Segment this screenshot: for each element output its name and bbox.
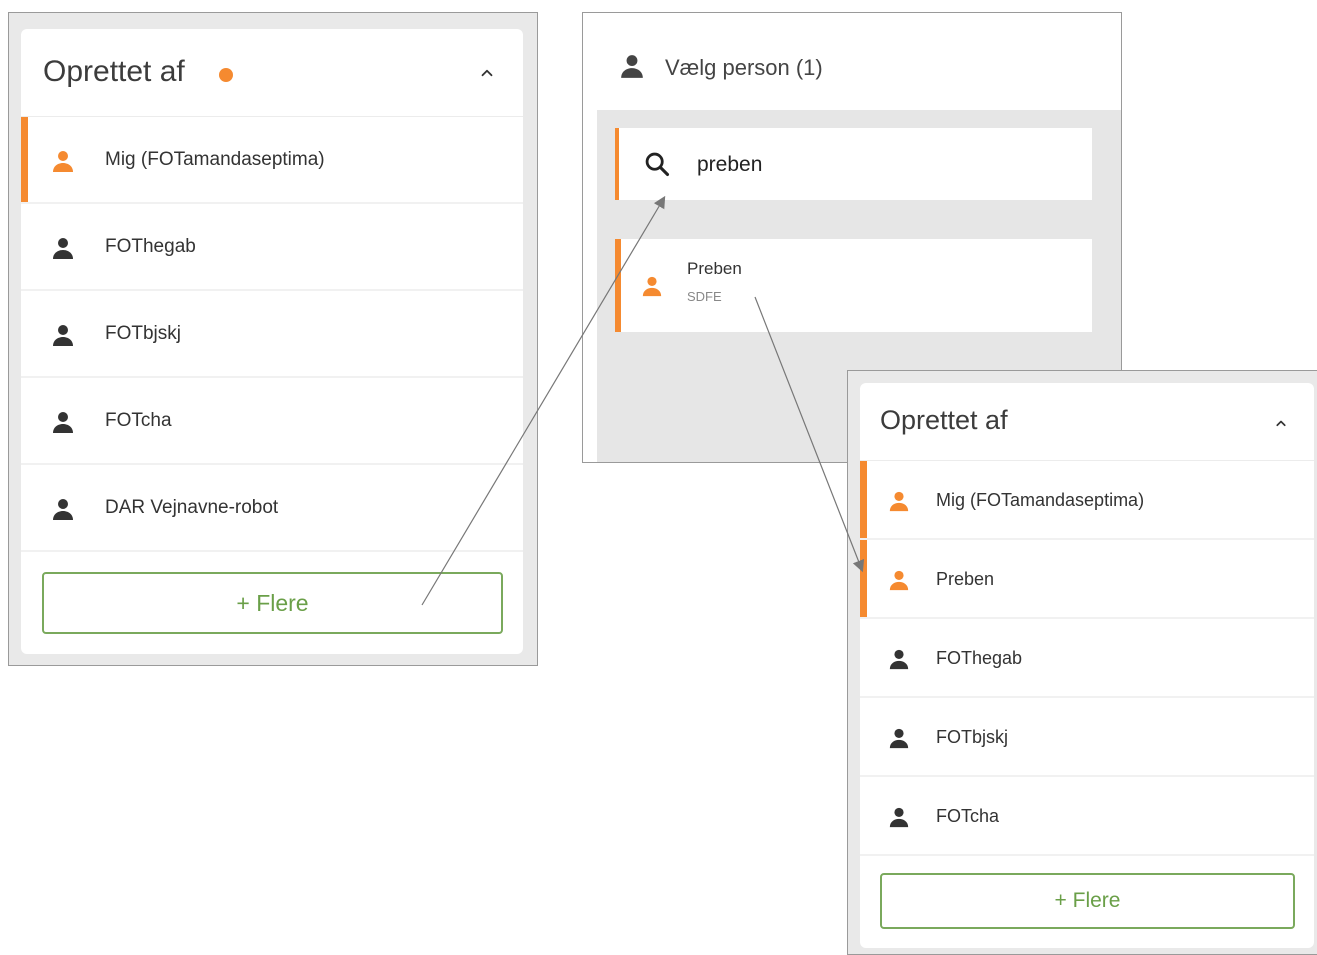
search-result-item[interactable]: Preben SDFE <box>615 239 1092 332</box>
person-icon <box>888 490 912 514</box>
result-subtitle: SDFE <box>687 289 722 304</box>
flere-button-label: + Flere <box>236 590 309 616</box>
list-item[interactable]: FOTcha <box>860 777 1314 856</box>
list-item[interactable]: DAR Vejnavne-robot <box>21 465 523 552</box>
list-item[interactable]: FOTcha <box>21 378 523 465</box>
person-icon <box>51 236 75 260</box>
list-item[interactable]: FOTbjskj <box>21 291 523 378</box>
person-icon <box>51 149 75 173</box>
person-icon <box>888 727 912 751</box>
person-icon <box>51 323 75 347</box>
list-item-label: Mig (FOTamandaseptima) <box>105 149 325 171</box>
left-panel-frame: Oprettet af Mig (FOTamandaseptima) FOTheg… <box>8 12 538 666</box>
right-panel-frame: Oprettet af Mig (FOTamandaseptima) Preben… <box>847 370 1317 955</box>
card-header: Oprettet af <box>21 29 523 117</box>
person-icon <box>888 569 912 593</box>
collapse-button[interactable] <box>1263 405 1299 441</box>
list-item[interactable]: Mig (FOTamandaseptima) <box>860 461 1314 540</box>
card-title: Oprettet af <box>43 55 185 88</box>
list-item-label: Mig (FOTamandaseptima) <box>936 489 1145 510</box>
flere-button-label: + Flere <box>1054 889 1121 912</box>
list-item-label: FOThegab <box>105 236 196 258</box>
collapse-button[interactable] <box>469 55 505 91</box>
list-item-label: FOTcha <box>936 805 1000 826</box>
search-input[interactable] <box>695 146 1069 184</box>
list-item[interactable]: FOTbjskj <box>860 698 1314 777</box>
person-icon <box>888 806 912 830</box>
result-name: Preben <box>687 259 742 278</box>
list-item-label: FOTbjskj <box>936 726 1008 747</box>
list-item[interactable]: FOThegab <box>21 204 523 291</box>
person-icon <box>888 648 912 672</box>
flere-button[interactable]: + Flere <box>880 873 1295 929</box>
card-title: Oprettet af <box>880 405 1008 435</box>
person-icon <box>621 55 643 78</box>
person-icon <box>51 410 75 434</box>
active-filter-dot <box>219 68 233 82</box>
oprettet-af-card-updated: Oprettet af Mig (FOTamandaseptima) Preben… <box>860 383 1314 948</box>
chevron-up-icon <box>481 69 493 77</box>
search-icon <box>645 152 670 177</box>
list-item-label: DAR Vejnavne-robot <box>105 497 279 519</box>
list-item-label: Preben <box>936 568 995 589</box>
list-item-label: FOThegab <box>936 647 1023 668</box>
flere-button[interactable]: + Flere <box>42 572 503 634</box>
oprettet-af-card: Oprettet af Mig (FOTamandaseptima) FOTheg… <box>21 29 523 654</box>
chevron-up-icon <box>1276 420 1286 427</box>
list-item[interactable]: Mig (FOTamandaseptima) <box>21 117 523 204</box>
person-icon <box>51 497 75 521</box>
card-header: Oprettet af <box>860 383 1314 461</box>
person-icon <box>642 276 662 297</box>
picker-title: Vælg person (1) <box>665 55 823 80</box>
list-item[interactable]: FOThegab <box>860 619 1314 698</box>
list-item-label: FOTcha <box>105 410 172 432</box>
search-box[interactable] <box>615 128 1092 200</box>
list-item-label: FOTbjskj <box>105 323 181 345</box>
list-item[interactable]: Preben <box>860 540 1314 619</box>
